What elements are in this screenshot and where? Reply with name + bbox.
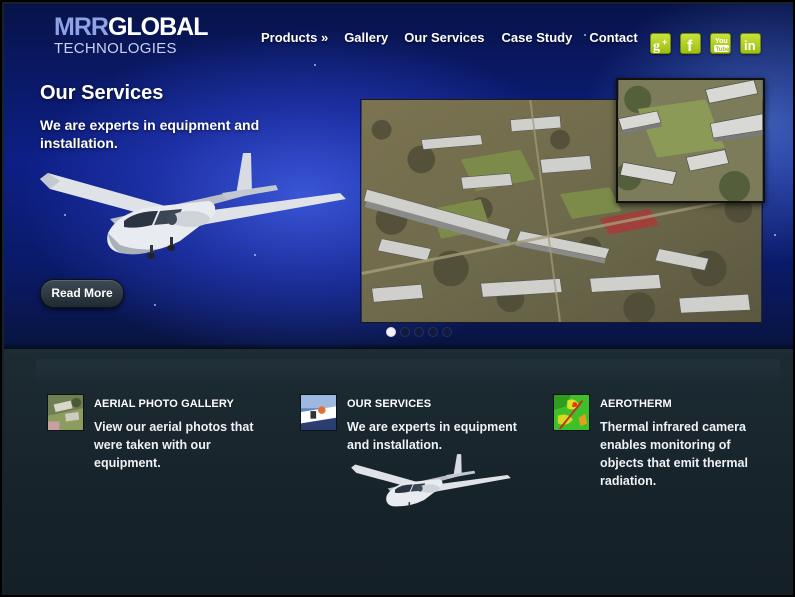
youtube-icon[interactable]: You Tube — [710, 33, 731, 54]
logo-mrr: MRR — [54, 13, 109, 41]
nav-case-study[interactable]: Case Study — [502, 30, 573, 46]
main-nav: Products » Gallery Our Services Case Stu… — [261, 30, 638, 46]
feature-description: Thermal infrared camera enables monitori… — [600, 420, 748, 488]
slide-dot-1[interactable] — [386, 327, 396, 337]
svg-text:+: + — [662, 37, 667, 47]
feature-description: We are experts in equipment and installa… — [347, 420, 517, 452]
facebook-icon[interactable]: f — [680, 33, 701, 54]
slider-pagination — [386, 327, 452, 337]
page-frame: MRRGLOBAL TECHNOLOGIES Products » Galler… — [0, 0, 795, 597]
aircraft-image — [351, 454, 511, 510]
feature-title: OUR SERVICES — [347, 398, 432, 410]
svg-text:Tube: Tube — [716, 47, 731, 53]
features-header-bar — [36, 359, 780, 387]
google-plus-icon[interactable]: g + — [650, 33, 671, 54]
linkedin-icon[interactable]: in — [740, 33, 761, 54]
our-services-thumbnail[interactable] — [300, 394, 337, 431]
aerotherm-thumbnail[interactable] — [553, 394, 590, 431]
site-logo[interactable]: MRRGLOBAL TECHNOLOGIES — [54, 13, 208, 60]
nav-products[interactable]: Products » — [261, 30, 328, 46]
aerial-photo-inset — [616, 78, 765, 203]
logo-global: GLOBAL — [107, 13, 209, 41]
slide-dot-5[interactable] — [442, 327, 452, 337]
slide-dot-3[interactable] — [414, 327, 424, 337]
social-links: g + f You Tube in — [650, 33, 761, 54]
svg-text:f: f — [687, 38, 693, 54]
logo-subtitle: TECHNOLOGIES — [54, 40, 177, 57]
nav-our-services[interactable]: Our Services — [404, 30, 484, 46]
hero-title: Our Services — [40, 82, 164, 104]
svg-text:g: g — [653, 39, 660, 54]
feature-title: AEROTHERM — [600, 398, 672, 410]
aircraft-image — [40, 153, 346, 259]
nav-contact[interactable]: Contact — [589, 30, 637, 46]
svg-text:You: You — [715, 38, 728, 45]
feature-description: View our aerial photos that were taken w… — [94, 420, 254, 470]
read-more-button[interactable]: Read More — [40, 279, 124, 308]
svg-text:in: in — [744, 38, 756, 53]
slide-dot-4[interactable] — [428, 327, 438, 337]
features-section: AERIAL PHOTO GALLERY View our aerial pho… — [4, 349, 793, 595]
nav-gallery[interactable]: Gallery — [344, 30, 388, 46]
aerial-gallery-thumbnail[interactable] — [47, 394, 84, 431]
slide-dot-2[interactable] — [400, 327, 410, 337]
hero-banner: MRRGLOBAL TECHNOLOGIES Products » Galler… — [4, 4, 793, 349]
feature-title: AERIAL PHOTO GALLERY — [94, 398, 234, 410]
hero-description: We are experts in equipment and installa… — [40, 117, 260, 151]
